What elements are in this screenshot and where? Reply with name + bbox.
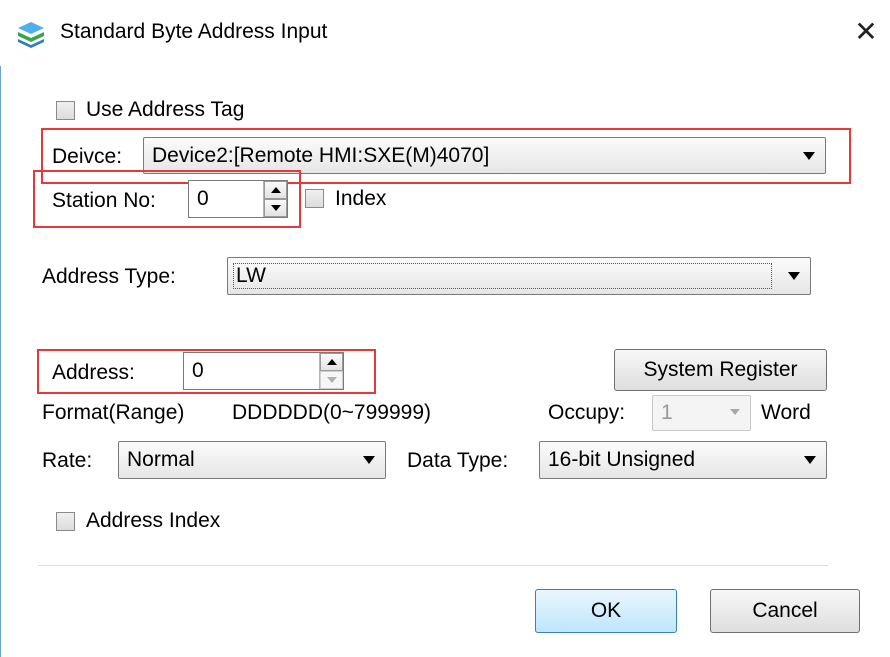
focus-rectangle bbox=[233, 263, 772, 289]
window-title: Standard Byte Address Input bbox=[60, 20, 328, 43]
use-address-tag-label: Use Address Tag bbox=[86, 98, 245, 121]
station-highlight-box bbox=[33, 170, 301, 228]
occupy-combobox[interactable]: 1 bbox=[652, 395, 751, 431]
address-type-combobox[interactable]: LW bbox=[227, 257, 811, 295]
format-range: DDDDDD(0~799999) bbox=[232, 401, 431, 424]
chevron-down-icon bbox=[363, 456, 375, 464]
chevron-down-icon bbox=[730, 409, 740, 415]
app-icon bbox=[16, 19, 46, 49]
address-index-label: Address Index bbox=[86, 509, 221, 532]
address-highlight-box bbox=[37, 349, 376, 394]
close-icon[interactable]: ✕ bbox=[848, 14, 884, 50]
index-checkbox[interactable] bbox=[305, 189, 324, 208]
cancel-button[interactable]: Cancel bbox=[710, 589, 860, 633]
rate-combobox[interactable]: Normal bbox=[118, 441, 386, 479]
occupy-unit: Word bbox=[761, 401, 811, 424]
chevron-down-icon bbox=[804, 456, 816, 464]
system-register-button[interactable]: System Register bbox=[614, 349, 827, 391]
window-frame bbox=[0, 0, 1, 657]
data-type-label: Data Type: bbox=[407, 449, 509, 472]
address-index-checkbox[interactable] bbox=[56, 512, 75, 531]
occupy-label: Occupy: bbox=[548, 401, 626, 424]
address-type-label: Address Type: bbox=[42, 265, 176, 288]
chevron-down-icon bbox=[788, 272, 800, 280]
rate-value: Normal bbox=[127, 448, 195, 471]
format-label: Format(Range) bbox=[42, 401, 185, 424]
data-type-value: 16-bit Unsigned bbox=[548, 448, 696, 471]
address-type-value: LW bbox=[236, 264, 266, 287]
rate-label: Rate: bbox=[42, 449, 93, 472]
data-type-combobox[interactable]: 16-bit Unsigned bbox=[539, 441, 827, 479]
occupy-value: 1 bbox=[661, 401, 673, 424]
ok-button[interactable]: OK bbox=[535, 589, 677, 633]
index-label: Index bbox=[335, 187, 387, 210]
use-address-tag-checkbox[interactable] bbox=[56, 101, 75, 120]
separator bbox=[38, 565, 828, 566]
